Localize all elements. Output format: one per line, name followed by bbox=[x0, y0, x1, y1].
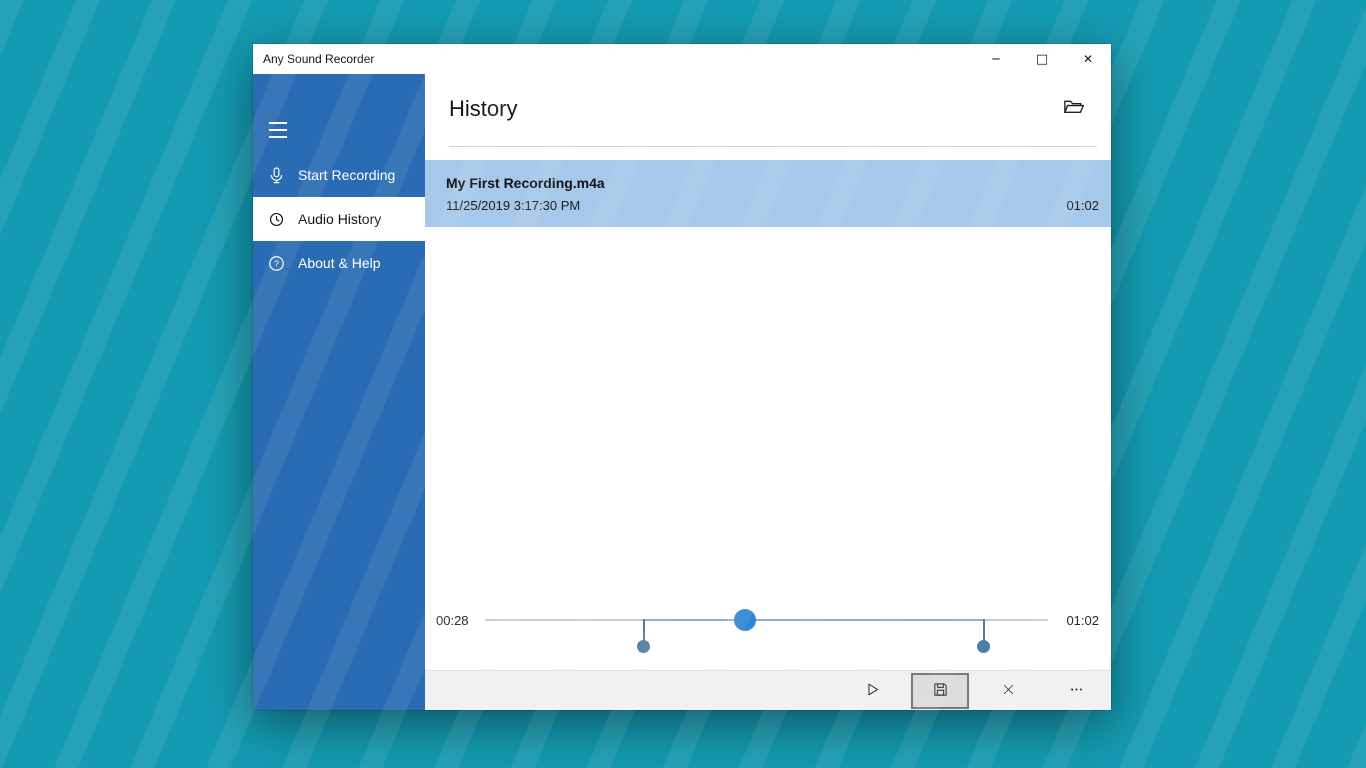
header-divider bbox=[449, 146, 1097, 147]
history-icon bbox=[266, 209, 286, 229]
maximize-icon: □ bbox=[1036, 52, 1048, 67]
bottom-toolbar bbox=[425, 670, 1111, 710]
main-panel: History My First Recording.m4a 11/25/201… bbox=[425, 74, 1111, 710]
help-icon: ? bbox=[266, 253, 286, 273]
delete-button[interactable] bbox=[979, 672, 1037, 710]
sidebar-item-label: Start Recording bbox=[298, 167, 395, 183]
window-title: Any Sound Recorder bbox=[253, 52, 973, 66]
play-button[interactable] bbox=[843, 672, 901, 710]
sidebar-item-audio-history[interactable]: Audio History bbox=[253, 197, 425, 241]
trim-range bbox=[644, 619, 984, 621]
save-icon bbox=[932, 681, 949, 701]
x-icon bbox=[1001, 682, 1016, 700]
recording-date: 11/25/2019 3:17:30 PM bbox=[446, 198, 580, 213]
current-time-label: 00:28 bbox=[436, 613, 469, 628]
svg-text:?: ? bbox=[274, 258, 279, 268]
sidebar-item-label: About & Help bbox=[298, 255, 381, 271]
desktop-background: Any Sound Recorder ─ □ ✕ bbox=[0, 0, 1366, 768]
more-button[interactable] bbox=[1047, 672, 1105, 710]
close-button[interactable]: ✕ bbox=[1065, 44, 1111, 74]
minimize-icon: ─ bbox=[992, 52, 999, 66]
menu-icon bbox=[269, 122, 287, 124]
recording-name: My First Recording.m4a bbox=[446, 175, 1099, 191]
recording-duration: 01:02 bbox=[1066, 198, 1099, 213]
recording-list-item[interactable]: My First Recording.m4a 11/25/2019 3:17:3… bbox=[425, 160, 1111, 227]
open-folder-button[interactable] bbox=[1057, 96, 1089, 122]
sidebar-item-label: Audio History bbox=[298, 211, 381, 227]
folder-icon bbox=[1060, 96, 1087, 122]
trim-start-handle[interactable] bbox=[637, 640, 650, 653]
close-icon: ✕ bbox=[1083, 52, 1093, 66]
total-time-label: 01:02 bbox=[1066, 613, 1099, 628]
more-options-icon bbox=[1066, 682, 1087, 700]
window-titlebar[interactable]: Any Sound Recorder ─ □ ✕ bbox=[253, 44, 1111, 74]
page-title: History bbox=[449, 96, 517, 122]
trim-end-handle[interactable] bbox=[977, 640, 990, 653]
play-icon bbox=[864, 681, 881, 701]
sidebar: Start Recording Audio History bbox=[253, 74, 425, 710]
window-controls: ─ □ ✕ bbox=[973, 44, 1111, 74]
microphone-icon bbox=[266, 165, 286, 185]
app-window: Any Sound Recorder ─ □ ✕ bbox=[253, 44, 1111, 710]
seek-track[interactable] bbox=[485, 619, 1048, 621]
minimize-button[interactable]: ─ bbox=[973, 44, 1019, 74]
playhead-handle[interactable] bbox=[734, 609, 756, 631]
sidebar-item-about-help[interactable]: ? About & Help bbox=[253, 241, 425, 285]
menu-button[interactable] bbox=[264, 120, 292, 140]
maximize-button[interactable]: □ bbox=[1019, 44, 1065, 74]
save-button[interactable] bbox=[911, 673, 969, 709]
sidebar-item-start-recording[interactable]: Start Recording bbox=[253, 153, 425, 197]
